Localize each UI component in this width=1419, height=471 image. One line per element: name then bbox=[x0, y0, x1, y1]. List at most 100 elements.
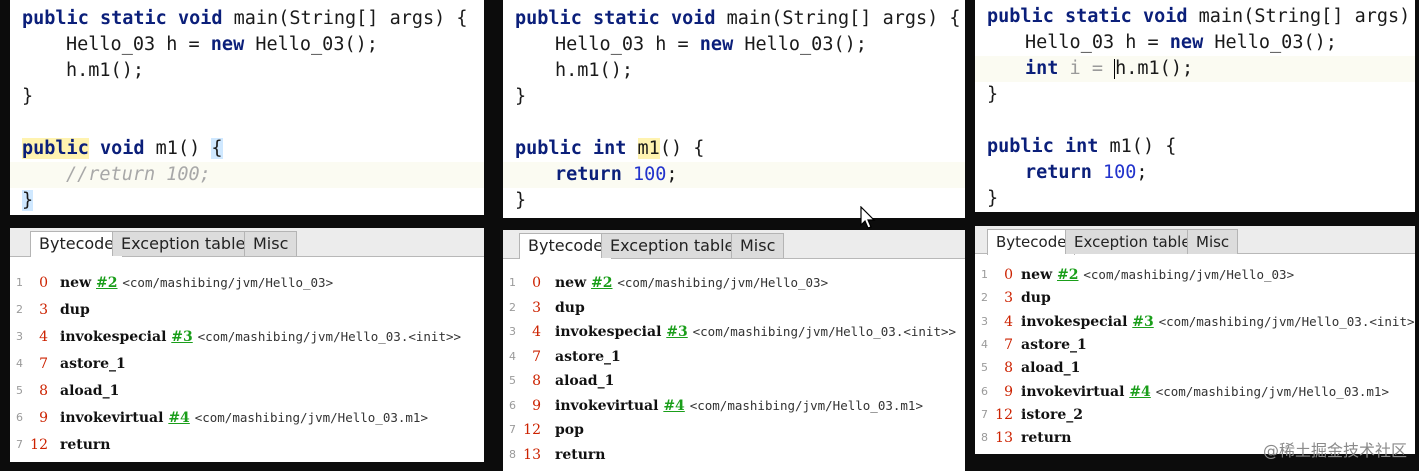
bytecode-row[interactable]: 3 4 invokespecial #3 <com/mashibing/jvm/He… bbox=[503, 321, 965, 343]
bytecode-row[interactable]: 2 3 dup bbox=[975, 287, 1415, 309]
code-line: Hello_03 h = new Hello_03(); bbox=[1025, 32, 1337, 53]
bytecode-instruction: istore_2 bbox=[1021, 404, 1083, 426]
opcode: aload_1 bbox=[1021, 360, 1081, 377]
bytecode-row[interactable]: 5 8 aload_1 bbox=[975, 357, 1415, 379]
tab-bytecode[interactable]: Bytecode bbox=[519, 233, 613, 259]
bytecode-row[interactable]: 2 3 dup bbox=[503, 297, 965, 319]
constant-pool-link[interactable]: #2 bbox=[591, 275, 612, 291]
reference-target: <com/mashibing/jvm/Hello_03.<init>> bbox=[1158, 313, 1415, 329]
bytecode-row[interactable]: 2 3 dup bbox=[10, 299, 484, 321]
reference-target: <com/mashibing/jvm/Hello_03> bbox=[617, 275, 829, 290]
bytecode-instruction: aload_1 bbox=[60, 380, 119, 402]
bytecode-offset: 9 bbox=[39, 410, 48, 426]
constant-pool-link[interactable]: #3 bbox=[1132, 314, 1153, 330]
bytecode-row[interactable]: 7 12 istore_2 bbox=[975, 404, 1415, 426]
bytecode-instruction: invokevirtual #4 <com/mashibing/jvm/Hell… bbox=[60, 407, 428, 429]
bytecode-row[interactable]: 6 9 invokevirtual #4 <com/mashibing/jvm/He… bbox=[975, 381, 1415, 403]
bytecode-row[interactable]: 6 9 invokevirtual #4 <com/mashibing/jvm/He… bbox=[503, 395, 965, 417]
bytecode-row[interactable]: 7 12 pop bbox=[503, 419, 965, 441]
opcode: dup bbox=[1021, 290, 1051, 307]
constant-pool-link[interactable]: #3 bbox=[171, 329, 192, 345]
constant-pool-link[interactable]: #4 bbox=[168, 410, 189, 426]
code-line: h.m1(); bbox=[66, 60, 144, 81]
reference-target: <com/mashibing/jvm/Hello_03> bbox=[1083, 267, 1295, 282]
opcode: return bbox=[555, 446, 606, 463]
constant-pool-link[interactable]: #2 bbox=[96, 275, 117, 291]
code-editor-2[interactable]: public static void main(String[] args) {… bbox=[503, 0, 965, 218]
code-line: } bbox=[515, 86, 527, 107]
bytecode-row[interactable]: 6 9 invokevirtual #4 <com/mashibing/jvm/He… bbox=[10, 407, 484, 429]
bytecode-row[interactable]: 4 7 astore_1 bbox=[975, 334, 1415, 356]
bytecode-row[interactable]: 5 8 aload_1 bbox=[10, 380, 484, 402]
bytecode-offset: 4 bbox=[1004, 313, 1013, 330]
tab-misc[interactable]: Misc bbox=[731, 233, 785, 258]
bytecode-row[interactable]: 3 4 invokespecial #3 <com/mashibing/jvm/He… bbox=[10, 326, 484, 348]
bytecode-row[interactable]: 7 12 return bbox=[10, 434, 484, 456]
bytecode-offset: 12 bbox=[995, 406, 1013, 423]
constant-pool-link[interactable]: #3 bbox=[666, 324, 687, 340]
constant-pool-link[interactable]: #4 bbox=[1129, 384, 1150, 400]
opcode: invokevirtual bbox=[555, 397, 659, 414]
code-line: } bbox=[987, 84, 999, 105]
tab-exception-table[interactable]: Exception table bbox=[112, 231, 255, 256]
code-line: //return 100; bbox=[10, 162, 484, 188]
code-line: h.m1(); bbox=[555, 60, 633, 81]
code-editor-1[interactable]: public static void main(String[] args) {… bbox=[10, 0, 484, 215]
code-line: } bbox=[22, 190, 34, 211]
bytecode-row[interactable]: 1 0 new #2 <com/mashibing/jvm/Hello_03> bbox=[975, 264, 1415, 286]
bytecode-row[interactable]: 1 0 new #2 <com/mashibing/jvm/Hello_03> bbox=[503, 272, 965, 294]
tab-misc[interactable]: Misc bbox=[244, 231, 298, 256]
code-line: } bbox=[987, 188, 999, 209]
bytecode-row[interactable]: 4 7 astore_1 bbox=[10, 353, 484, 375]
opcode: pop bbox=[555, 422, 584, 438]
bytecode-instruction: astore_1 bbox=[1021, 334, 1087, 356]
bytecode-instruction: return bbox=[1021, 427, 1071, 449]
bytecode-row[interactable]: 4 7 astore_1 bbox=[503, 346, 965, 368]
constant-pool-link[interactable]: #4 bbox=[663, 398, 684, 414]
opcode: new bbox=[60, 275, 92, 291]
opcode: invokespecial bbox=[555, 324, 662, 340]
opcode: astore_1 bbox=[1021, 336, 1087, 353]
opcode: dup bbox=[60, 302, 90, 318]
opcode: invokespecial bbox=[60, 329, 167, 345]
bytecode-instruction: invokespecial #3 <com/mashibing/jvm/Hell… bbox=[60, 326, 461, 348]
bytecode-instruction: new #2 <com/mashibing/jvm/Hello_03> bbox=[1021, 264, 1294, 286]
code-editor-3[interactable]: public static void main(String[] args) {… bbox=[975, 0, 1415, 212]
bytecode-offset: 7 bbox=[1004, 336, 1013, 353]
bytecode-row[interactable]: 1 0 new #2 <com/mashibing/jvm/Hello_03> bbox=[10, 272, 484, 294]
code-line: } bbox=[515, 190, 527, 211]
code-line: public static void main(String[] args) { bbox=[515, 8, 961, 29]
code-line: Hello_03 h = new Hello_03(); bbox=[66, 34, 378, 55]
tab-bytecode[interactable]: Bytecode bbox=[30, 231, 124, 257]
bytecode-instruction: dup bbox=[555, 297, 585, 319]
code-line: public static void main(String[] args) { bbox=[987, 6, 1415, 27]
tab-misc[interactable]: Misc bbox=[1187, 229, 1239, 254]
bytecode-offset: 13 bbox=[995, 430, 1013, 447]
bytecode-row[interactable]: 5 8 aload_1 bbox=[503, 370, 965, 392]
constant-pool-link[interactable]: #2 bbox=[1057, 267, 1078, 283]
bytecode-offset: 9 bbox=[532, 397, 541, 414]
reference-target: <com/mashibing/jvm/Hello_03.m1> bbox=[1155, 383, 1389, 399]
bytecode-instruction: astore_1 bbox=[555, 346, 621, 368]
bytecode-instruction: pop bbox=[555, 419, 584, 441]
opcode: invokevirtual bbox=[1021, 383, 1125, 400]
bytecode-offset: 8 bbox=[1004, 360, 1013, 377]
bytecode-row[interactable]: 8 13 return bbox=[503, 444, 965, 466]
bytecode-offset: 9 bbox=[1004, 383, 1013, 400]
tab-exception-table[interactable]: Exception table bbox=[601, 233, 744, 258]
tab-bytecode[interactable]: Bytecode bbox=[987, 229, 1076, 255]
bytecode-offset: 8 bbox=[39, 383, 48, 399]
bytecode-offset: 12 bbox=[30, 437, 48, 453]
bytecode-row[interactable]: 3 4 invokespecial #3 <com/mashibing/jvm/He… bbox=[975, 311, 1415, 333]
tab-bar: Bytecode Exception table Misc bbox=[975, 226, 1415, 255]
bytecode-offset: 12 bbox=[523, 422, 541, 438]
bytecode-offset: 0 bbox=[532, 275, 541, 291]
code-line: public int m1() { bbox=[515, 138, 705, 159]
tab-exception-table[interactable]: Exception table bbox=[1065, 229, 1200, 254]
tab-bar: Bytecode Exception table Misc bbox=[10, 228, 484, 257]
reference-target: <com/mashibing/jvm/Hello_03.m1> bbox=[689, 397, 923, 413]
mouse-pointer-icon bbox=[860, 206, 876, 229]
opcode: new bbox=[555, 275, 587, 291]
bytecode-instruction: invokespecial #3 <com/mashibing/jvm/Hell… bbox=[555, 321, 956, 343]
bytecode-instruction: aload_1 bbox=[1021, 357, 1080, 379]
